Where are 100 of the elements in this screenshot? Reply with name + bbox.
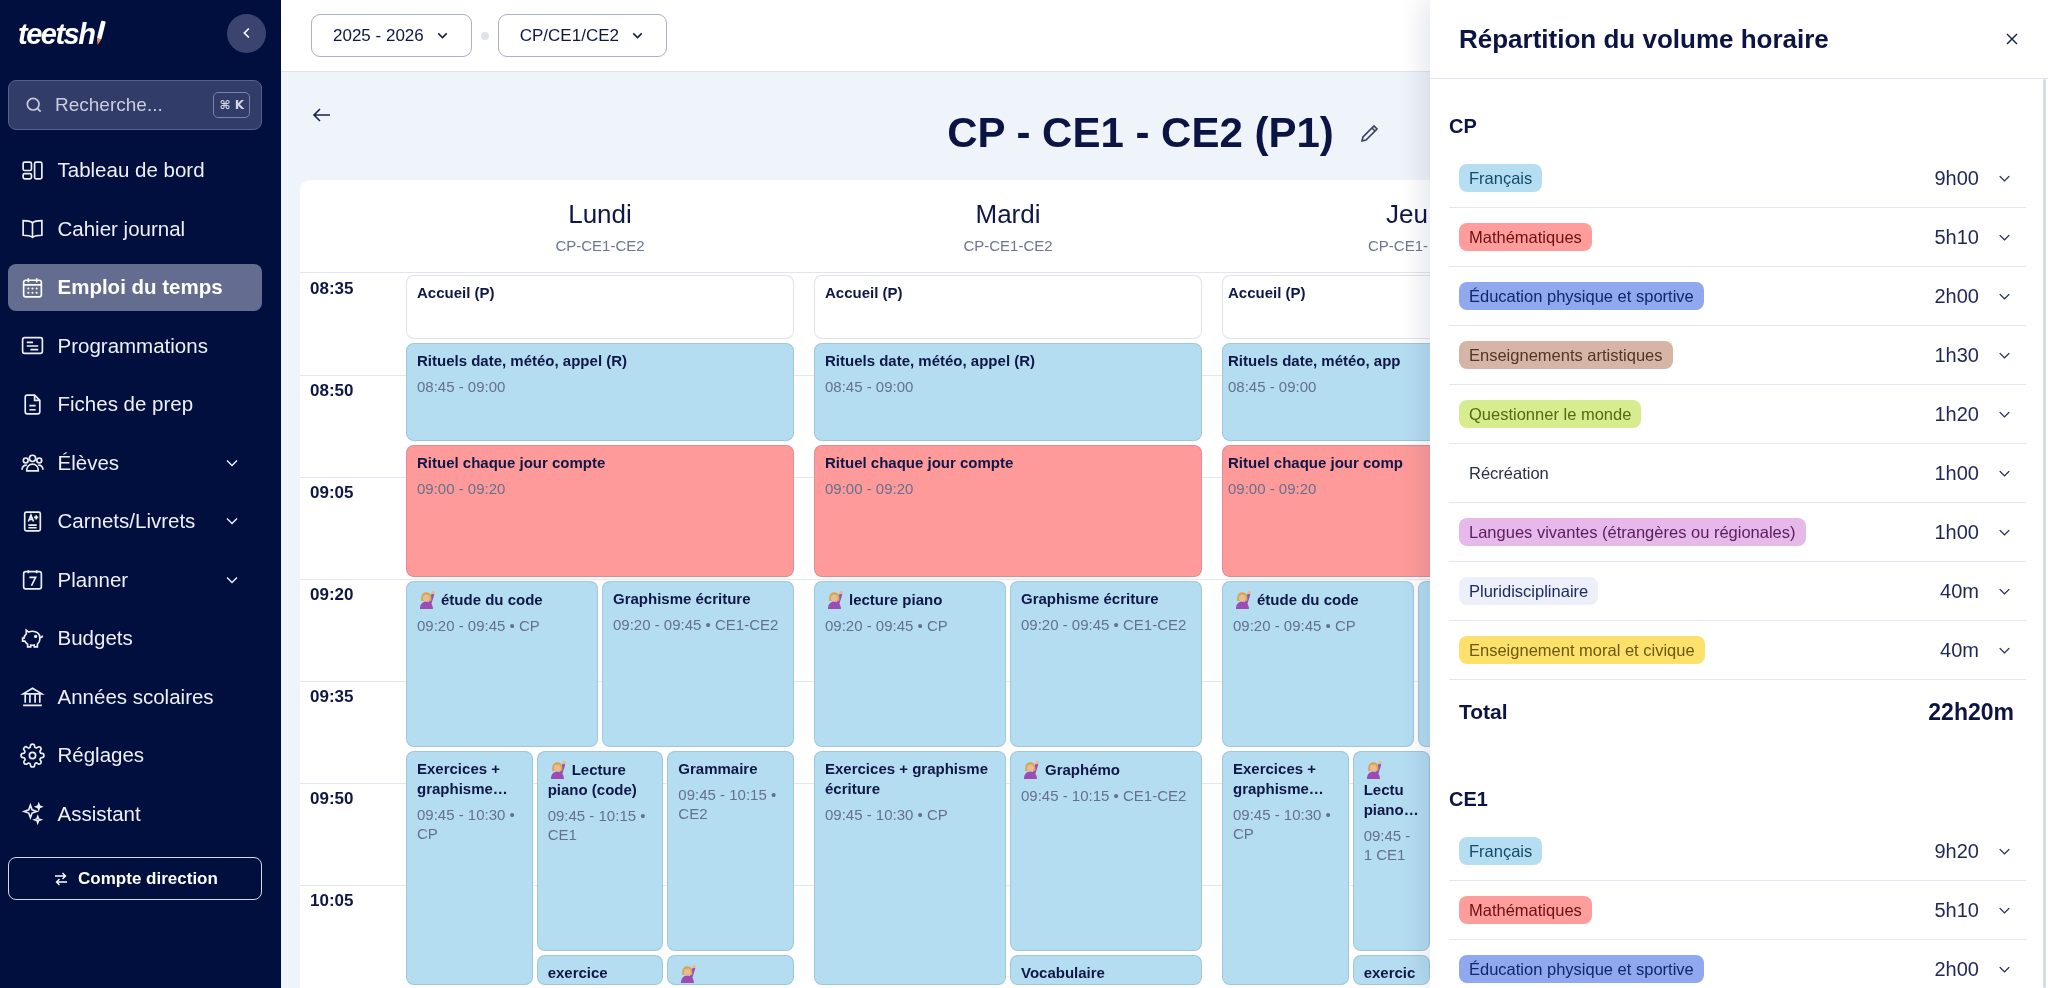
event-card[interactable]: lecture piano 09:20 - 09:45 • CP <box>814 581 1006 747</box>
event-title: Exercices + graphisme… <box>1233 760 1324 797</box>
event-card[interactable]: Graphisme écriture 09:20 - 09:45 • CE1-CE2 <box>1010 581 1202 747</box>
event-time: 09:45 - 10:15 • CE1 <box>547 806 647 844</box>
event-card[interactable] <box>667 955 794 985</box>
event-title: Rituels date, météo, app <box>1228 352 1401 369</box>
event-title: Exercices + graphisme… <box>417 760 508 797</box>
event-card[interactable]: Graphisme écriture 09:20 - 09:45 • CE1-CE2 <box>602 581 794 747</box>
nav-item[interactable]: Programmations <box>8 322 262 369</box>
event-title: Lectu piano… <box>1363 781 1419 818</box>
duration-text: 40m <box>1940 579 1979 603</box>
event-card[interactable]: Lecture piano (code) 09:45 - 10:15 • CE1 <box>536 751 664 951</box>
day-name: Lundi <box>568 199 632 229</box>
collapse-button[interactable] <box>227 13 266 53</box>
nav-item[interactable]: Élèves <box>8 439 262 486</box>
dropdown-button[interactable]: CP/CE1/CE2 <box>497 14 667 57</box>
event-time: 09:45 - 10:30 • CP <box>825 805 949 824</box>
event-card[interactable]: exercic <box>1352 955 1430 985</box>
subject-tag: Enseignements artistiques <box>1459 341 1673 369</box>
nav-item[interactable]: Fiches de prep <box>8 380 262 428</box>
event-card[interactable]: Accueil (P) <box>814 275 1202 339</box>
event-card[interactable]: Rituels date, météo, app 08:45 - 09:00 <box>1222 343 1430 441</box>
duration-text: 5h10 <box>1934 898 1979 922</box>
event-card[interactable]: Accueil (P) <box>1222 275 1430 339</box>
time-label: 10:05 <box>309 890 354 911</box>
total-label: Total <box>1459 700 1508 724</box>
event-title: Graphémo <box>1045 761 1120 778</box>
duration-text: 1h30 <box>1934 343 1979 367</box>
event-time: 09:00 - 09:20 <box>417 479 507 498</box>
nav-item[interactable]: Carnets/Livrets <box>8 497 262 545</box>
nav-item[interactable]: Cahier journal <box>8 205 262 252</box>
separator-dot <box>480 31 489 40</box>
event-title: Rituel chaque jour comp <box>1228 454 1404 471</box>
subject-tag: Éducation physique et sportive <box>1459 282 1704 310</box>
duration-text: 5h10 <box>1934 225 1979 249</box>
subject-tag: Éducation physique et sportive <box>1459 955 1704 983</box>
event-card[interactable]: Vocabulaire <box>1010 955 1202 985</box>
event-card[interactable]: Rituel chaque jour comp 09:00 - 09:20 <box>1222 445 1430 577</box>
duration-text: 9h00 <box>1934 166 1979 190</box>
duration-text: 1h00 <box>1934 461 1979 485</box>
nav-item[interactable]: Planner <box>8 556 262 603</box>
event-card[interactable]: Lectu piano… 09:45 - 1 CE1 <box>1352 751 1430 951</box>
panel-title: Répartition du volume horaire <box>1459 23 1829 55</box>
page-title: CP - CE1 - CE2 (P1) <box>947 108 1334 158</box>
nav-item[interactable]: Années scolaires <box>8 673 262 720</box>
event-title: Rituels date, météo, appel (R) <box>825 352 1036 369</box>
event-time: 09:00 - 09:20 <box>825 479 915 498</box>
duration-text: 1h00 <box>1934 520 1979 544</box>
duration-text: 9h20 <box>1934 839 1979 863</box>
event-time: 09:20 - 09:45 • CE1-CE2 <box>1021 615 1188 634</box>
event-title: étude du code <box>1257 591 1359 608</box>
time-label: 09:20 <box>309 584 354 605</box>
event-title: étude du code <box>441 591 543 608</box>
duration-text: 1h20 <box>1934 402 1979 426</box>
event-card[interactable]: exercice <box>536 955 664 985</box>
event-time: 09:45 - 10:30 • CP <box>1233 805 1332 843</box>
day-name: Jeu <box>1386 199 1428 229</box>
event-card[interactable]: Rituel chaque jour compte 09:00 - 09:20 <box>406 445 794 577</box>
day-subtitle: CP-CE1- <box>1368 237 1428 255</box>
event-time: 09:20 - 09:45 • CE1-CE2 <box>613 615 780 634</box>
event-card[interactable]: Rituels date, météo, appel (R) 08:45 - 09:00 <box>406 343 794 441</box>
event-card[interactable]: Grammaire 09:45 - 10:15 • CE2 <box>667 751 794 951</box>
nav-item[interactable]: Tableau de bord <box>8 146 262 194</box>
event-card[interactable]: Rituels date, météo, appel (R) 08:45 - 09:00 <box>814 343 1202 441</box>
event-card[interactable]: étude du code 09:20 - 09:45 • CP <box>406 581 598 747</box>
subject-tag: Pluridisciplinaire <box>1459 577 1599 605</box>
event-card[interactable]: Graphémo 09:45 - 10:15 • CE1-CE2 <box>1010 751 1202 951</box>
event-time: 09:20 - 09:45 • CP <box>1233 616 1357 635</box>
nav-item[interactable]: Emploi du temps <box>8 263 262 311</box>
logo: teetsh <box>18 20 95 49</box>
event-title: Rituel chaque jour compte <box>825 454 1014 471</box>
nav-item[interactable]: Assistant <box>8 790 262 837</box>
event-card[interactable]: Exercices + graphisme écriture 09:45 - 10:30 • CP <box>814 751 1006 985</box>
event-title: Accueil (P) <box>1228 284 1306 301</box>
switch-account-button[interactable]: Compte direction <box>8 857 262 900</box>
event-card[interactable]: Rituel chaque jour compte 09:00 - 09:20 <box>814 445 1202 577</box>
section-heading: CP <box>1449 114 1478 139</box>
nav-item[interactable]: Budgets <box>8 614 262 662</box>
settings-icon <box>19 742 45 768</box>
subject-tag: Enseignement moral et civique <box>1459 636 1705 664</box>
building-icon <box>19 684 45 709</box>
event-time: 08:45 - 09:00 <box>825 377 915 396</box>
time-label: 09:50 <box>309 788 354 809</box>
event-title: exercic <box>1363 964 1416 981</box>
section-heading: CE1 <box>1449 787 1489 812</box>
dropdown-button[interactable]: 2025 - 2026 <box>311 14 472 57</box>
time-label: 08:50 <box>309 380 354 401</box>
duration-text: 40m <box>1940 638 1979 662</box>
event-time: 09:20 - 09:45 • CP <box>417 616 541 635</box>
subject-tag: Mathématiques <box>1459 223 1592 251</box>
event-card[interactable]: Exercices + graphisme… 09:45 - 10:30 • CP <box>1222 751 1349 985</box>
nav-item[interactable]: Réglages <box>8 731 262 779</box>
event-title: Lecture piano (code) <box>547 761 637 798</box>
time-label: 08:35 <box>309 278 354 299</box>
event-card[interactable]: étude du code 09:20 - 09:45 • CP <box>1222 581 1414 747</box>
event-card[interactable]: Accueil (P) <box>406 275 794 339</box>
event-title: lecture piano <box>849 591 943 608</box>
event-card[interactable]: Exercices + graphisme… 09:45 - 10:30 • CP <box>406 751 533 985</box>
subject-tag: Français <box>1459 164 1543 192</box>
event-title: exercice <box>547 964 608 981</box>
